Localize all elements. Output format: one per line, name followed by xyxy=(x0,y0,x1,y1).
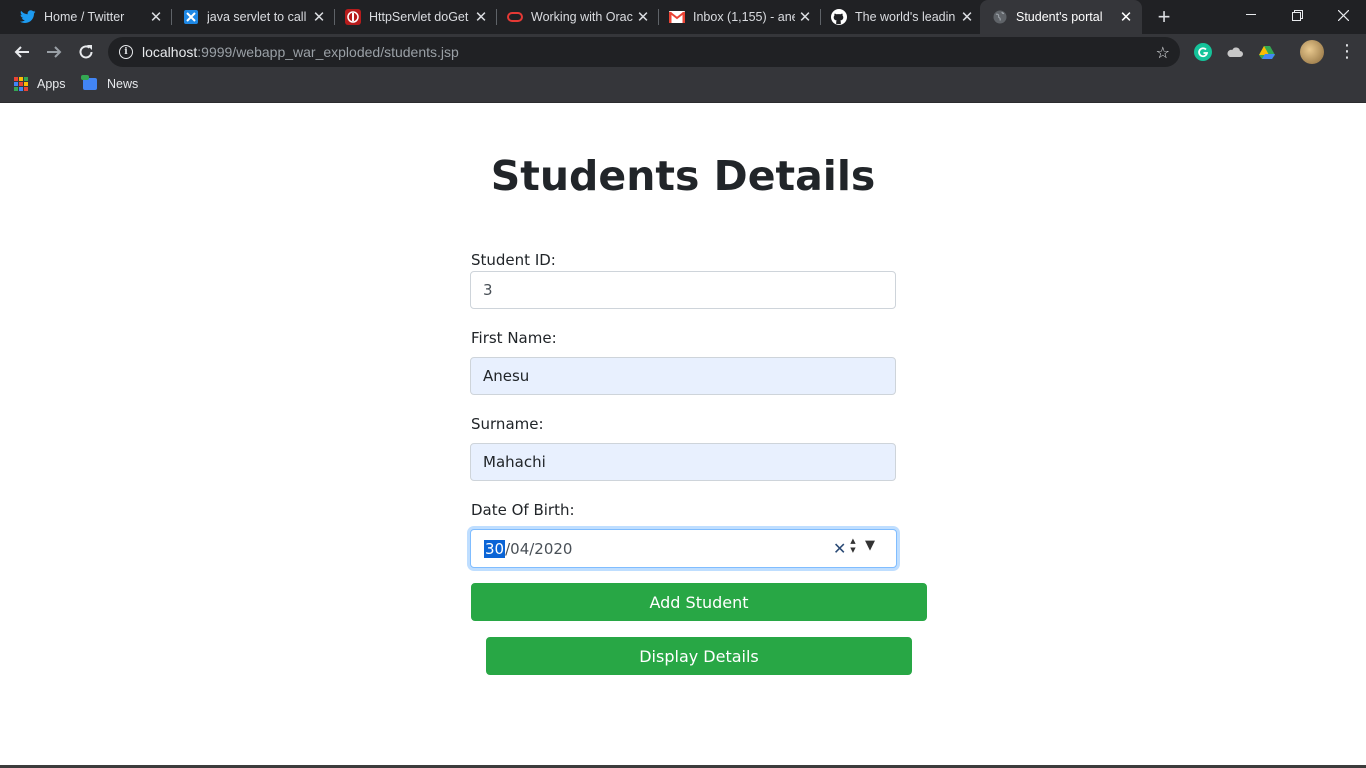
github-icon xyxy=(831,9,847,25)
url-host: localhost xyxy=(142,44,198,60)
grammarly-icon[interactable] xyxy=(1194,43,1212,61)
tab-javatpoint[interactable]: HttpServlet doGet ✕ xyxy=(325,0,497,34)
twitter-icon xyxy=(20,9,36,25)
bookmark-label: News xyxy=(107,77,139,91)
bookmark-label: Apps xyxy=(37,77,66,91)
tab-title: Working with Orac xyxy=(531,10,633,24)
tab-twitter[interactable]: Home / Twitter ✕ xyxy=(0,0,172,34)
surname-input[interactable] xyxy=(470,443,896,481)
arrow-right-icon xyxy=(47,46,62,58)
star-icon[interactable]: ☆ xyxy=(1156,43,1170,63)
address-bar[interactable]: i localhost:9999/webapp_war_exploded/stu… xyxy=(108,37,1180,67)
url-path: :9999/webapp_war_exploded/students.jsp xyxy=(197,44,459,60)
browser-toolbar: i localhost:9999/webapp_war_exploded/stu… xyxy=(0,34,1366,70)
apps-grid-icon xyxy=(14,77,28,91)
student-id-label: Student ID: xyxy=(471,251,556,269)
back-button[interactable] xyxy=(8,38,36,66)
minimize-button[interactable] xyxy=(1228,0,1274,30)
close-window-button[interactable] xyxy=(1320,0,1366,30)
bookmarks-bar: Apps News xyxy=(0,70,1366,103)
javatpoint-icon xyxy=(345,9,361,25)
tab-strip: Home / Twitter ✕ java servlet to call ✕ … xyxy=(0,0,1366,34)
stackexchange-icon xyxy=(183,9,199,25)
add-student-button[interactable]: Add Student xyxy=(471,583,927,621)
display-details-button[interactable]: Display Details xyxy=(486,637,912,675)
tab-title: Student's portal xyxy=(1016,10,1103,24)
tab-title: Inbox (1,155) - ane xyxy=(693,10,795,24)
dropdown-arrow-icon[interactable]: ▼ xyxy=(865,538,875,553)
dob-day-segment[interactable]: 30 xyxy=(484,539,506,558)
tab-title: HttpServlet doGet xyxy=(369,10,469,24)
tab-gmail[interactable]: Inbox (1,155) - ane ✕ xyxy=(649,0,821,34)
gmail-icon xyxy=(669,9,685,25)
student-id-input[interactable] xyxy=(470,271,896,309)
news-icon xyxy=(81,75,97,90)
first-name-input[interactable] xyxy=(470,357,896,395)
page-title: Students Details xyxy=(490,152,876,200)
tab-stackexchange[interactable]: java servlet to call ✕ xyxy=(163,0,335,34)
restore-button[interactable] xyxy=(1274,0,1320,30)
oracle-icon xyxy=(507,9,523,25)
surname-label: Surname: xyxy=(471,415,544,433)
new-tab-button[interactable]: + xyxy=(1152,4,1176,29)
extension-drive-icon[interactable] xyxy=(1258,43,1276,61)
tab-title: The world's leadin xyxy=(855,10,956,24)
tab-title: Home / Twitter xyxy=(44,10,125,24)
reload-icon xyxy=(79,45,93,59)
dob-label: Date Of Birth: xyxy=(471,501,575,519)
spinner-icon[interactable]: ▲ ▼ xyxy=(847,537,859,555)
profile-avatar[interactable] xyxy=(1300,40,1324,64)
tab-students-portal[interactable]: Student's portal ✕ xyxy=(980,0,1142,34)
close-icon[interactable]: ✕ xyxy=(1116,7,1136,27)
globe-icon xyxy=(992,9,1008,25)
arrow-left-icon xyxy=(14,46,29,58)
bookmark-news[interactable]: News xyxy=(81,70,139,98)
kebab-menu-icon[interactable]: ⋮ xyxy=(1338,42,1356,60)
info-icon[interactable]: i xyxy=(119,45,133,59)
extension-cloud-icon[interactable] xyxy=(1226,43,1244,61)
clear-icon[interactable]: ✕ xyxy=(833,539,846,558)
close-icon[interactable]: ✕ xyxy=(957,7,977,27)
first-name-label: First Name: xyxy=(471,329,557,347)
reload-button[interactable] xyxy=(72,38,100,66)
tab-github[interactable]: The world's leadin ✕ xyxy=(811,0,983,34)
tab-oracle[interactable]: Working with Orac ✕ xyxy=(487,0,659,34)
tab-title: java servlet to call xyxy=(207,10,307,24)
dob-date-input[interactable]: 30/04/2020 ✕ ▲ ▼ ▼ xyxy=(470,529,897,568)
bookmark-apps[interactable]: Apps xyxy=(14,70,66,98)
dob-month-year-segment[interactable]: /04/2020 xyxy=(505,540,572,558)
forward-button[interactable] xyxy=(40,38,68,66)
